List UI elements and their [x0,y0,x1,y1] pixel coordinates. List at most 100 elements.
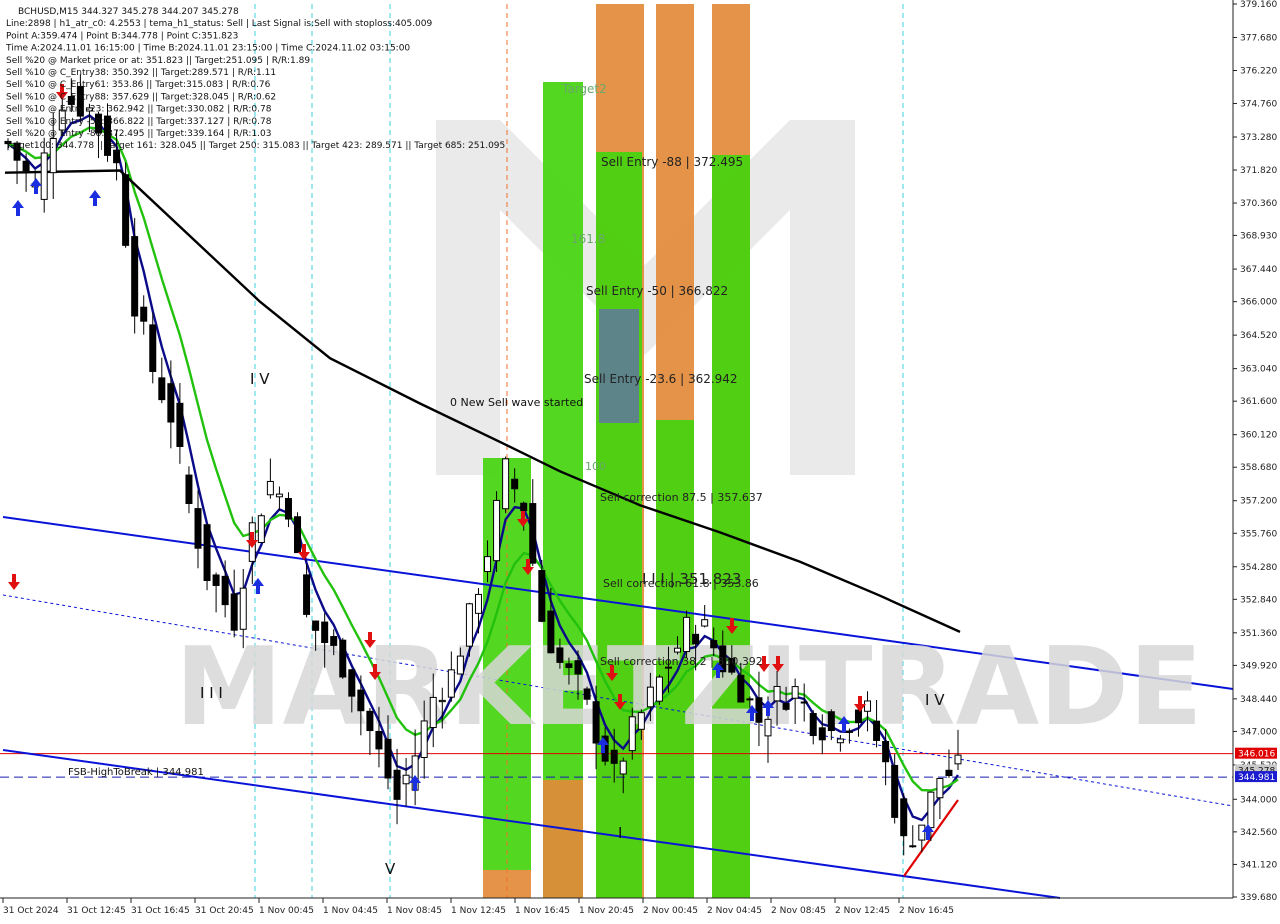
sell-entry-23-label: Sell Entry -23.6 | 362.942 [584,372,738,386]
y-tick-label: 371.820 [1240,166,1277,176]
candle [122,174,130,246]
price-tag-red-label: 346.016 [1238,750,1275,760]
candle [212,574,220,586]
candle [447,669,455,698]
candle [773,685,781,702]
candle [167,383,175,423]
candle [140,306,148,322]
candle [502,458,510,510]
candle [882,741,890,763]
candle [800,701,808,704]
candle [429,696,437,729]
candle [637,712,645,730]
candle [900,798,908,837]
candle [275,493,283,498]
sell-entry-50-label: Sell Entry -50 | 366.822 [586,284,728,298]
candle [755,697,763,723]
y-tick-label: 377.680 [1240,33,1277,43]
header-line-8: Sell %10 @ Entry -23: 362.942 || Target:… [6,105,272,115]
candle [357,689,365,712]
y-tick-label: 364.520 [1240,331,1277,341]
chart-svg[interactable]: MARKETZITRADE Target2 Sell Entry -88 | 3… [0,0,1280,920]
candle [149,324,157,372]
candle [348,669,356,697]
y-tick-label: 357.200 [1240,497,1277,507]
y-tick-label: 341.120 [1240,860,1277,870]
candle [493,499,501,562]
candle [239,587,247,630]
candle [954,754,962,765]
zone-9 [543,780,583,898]
x-tick-label: 31 Oct 16:45 [131,906,190,916]
x-tick-label: 1 Nov 08:45 [387,906,442,916]
candle [556,647,564,663]
candle [303,574,311,615]
candle [438,699,446,703]
x-tick-label: 31 Oct 2024 [3,906,59,916]
candle [366,710,374,732]
y-tick-label: 367.440 [1240,265,1277,275]
header-line-9: Sell %10 @ Entry -50: 366.822 || Target:… [6,117,272,127]
y-tick-label: 339.680 [1240,893,1277,903]
candle [176,402,184,447]
candle [284,497,292,520]
x-tick-label: 1 Nov 16:45 [515,906,570,916]
y-tick-label: 374.760 [1240,100,1277,110]
x-tick-label: 31 Oct 12:45 [67,906,126,916]
candle [737,674,745,703]
y-tick-label: 354.280 [1240,563,1277,573]
candle [339,639,347,678]
candle [746,698,754,701]
candle [891,764,899,818]
candle [646,686,654,708]
candle [827,711,835,732]
trading-chart[interactable]: MARKETZITRADE Target2 Sell Entry -88 | 3… [0,0,1280,920]
x-tick-label: 2 Nov 08:45 [771,906,826,916]
x-tick-label: 1 Nov 20:45 [579,906,634,916]
candle [692,633,700,645]
y-tick-label: 366.000 [1240,298,1277,308]
candle [529,503,537,564]
y-tick-label: 344.000 [1240,795,1277,805]
sell-correction-87-label: Sell correction 87.5 | 357.637 [600,491,763,504]
candle [520,502,528,512]
zone-8 [483,870,531,898]
y-tick-label: 361.600 [1240,397,1277,407]
header-line-3: Time A:2024.11.01 16:15:00 | Time B:2024… [5,44,410,54]
candle [592,701,600,744]
header-line-1: Line:2898 | h1_atr_c0: 4.2553 | tema_h1_… [6,19,433,29]
candle [230,593,238,631]
header-line-10: Sell %20 @ Entry -88: 372.495 || Target:… [6,129,271,139]
wave-iv-label-1: I V [250,370,270,388]
zone-7 [712,155,750,898]
candle [420,720,428,758]
header-line-4: Sell %20 @ Market price or at: 351.823 |… [6,56,310,66]
candle [266,480,274,496]
candle [131,236,139,317]
candle [40,152,48,200]
candle [710,640,718,649]
candle [936,777,944,799]
y-tick-label: 376.220 [1240,67,1277,77]
candle [845,730,853,733]
candle [294,516,302,554]
candle [22,160,30,172]
candle [945,769,953,777]
header-line-0: BCHUSD,M15 344.327 345.278 344.207 345.2… [18,7,239,17]
point-c-label: I I I | 351.823 [642,570,741,588]
x-tick-label: 1 Nov 04:45 [323,906,378,916]
candle [610,749,618,764]
candle [854,709,862,724]
candle [818,727,826,741]
candle [918,824,926,841]
candle [113,149,121,164]
y-tick-label: 349.920 [1240,661,1277,671]
candle [701,619,709,627]
candle [809,712,817,737]
y-tick-label: 348.440 [1240,695,1277,705]
candle [312,620,320,631]
candle [547,610,555,654]
candle [782,703,790,710]
candle [511,478,519,490]
candle [194,508,202,549]
